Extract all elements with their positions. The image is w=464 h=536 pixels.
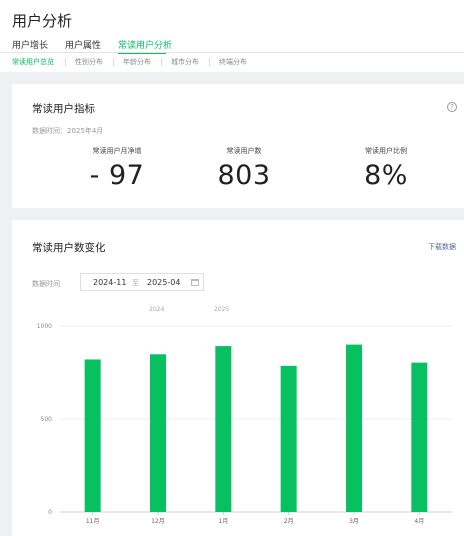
subtab-divider	[209, 58, 210, 66]
download-data-link[interactable]: 下载数据	[428, 242, 456, 252]
tabs-divider	[0, 52, 464, 53]
date-end[interactable]: 2025-04	[147, 278, 180, 287]
subtab-gender[interactable]: 性别分布	[75, 57, 103, 67]
trend-bar-chart: 0 500 1000 11月 12月 1月 2月 3月 4月	[37, 323, 452, 525]
bar	[280, 365, 297, 512]
bar	[150, 354, 166, 512]
metric-frequent-users: 常读用户数 803	[174, 146, 314, 191]
subtab-age[interactable]: 年龄分布	[123, 57, 151, 67]
tab-user-attributes[interactable]: 用户属性	[65, 38, 101, 51]
metric-value: 803	[217, 160, 271, 191]
subtab-divider	[161, 58, 162, 66]
x-tick-label: 4月	[414, 518, 424, 525]
page-header: 用户分析 用户增长 用户属性 常读用户分析 常读用户总览 性别分布 年龄分布 城…	[0, 0, 464, 72]
metric-label: 常读用户数	[226, 147, 262, 155]
x-tick-label: 3月	[349, 518, 359, 525]
bar	[84, 359, 101, 512]
metric-value: 8%	[364, 160, 408, 191]
date-separator: 至	[132, 279, 139, 287]
bar	[215, 346, 232, 512]
calendar-icon[interactable]	[191, 279, 199, 286]
indicators-data-time: 数据时间：2025年4月	[32, 127, 104, 135]
year-label: 2025	[214, 306, 230, 313]
metric-label: 常读用户比例	[365, 147, 407, 155]
indicators-title: 常读用户指标	[32, 103, 95, 115]
subtab-overview[interactable]: 常读用户总览	[12, 57, 54, 67]
y-tick-label: 0	[48, 509, 52, 516]
y-tick-label: 500	[41, 416, 53, 423]
help-icon[interactable]: ?	[447, 102, 457, 112]
subtab-divider	[65, 58, 66, 66]
metric-value: - 97	[89, 160, 145, 191]
x-tick-label: 11月	[86, 518, 100, 525]
trend-title: 常读用户数变化	[32, 242, 106, 254]
date-start[interactable]: 2024-11	[93, 278, 126, 287]
bar	[346, 344, 362, 512]
tab-frequent-readers[interactable]: 常读用户分析	[118, 38, 172, 51]
subtab-city[interactable]: 城市分布	[171, 57, 199, 67]
metric-net-growth: 常读用户月净增 - 97	[47, 146, 187, 191]
date-filter-label: 数据时间	[32, 280, 60, 288]
x-tick-label: 2月	[284, 518, 294, 525]
x-tick-label: 1月	[218, 518, 228, 525]
page-title: 用户分析	[12, 12, 73, 30]
y-tick-label: 1000	[37, 323, 52, 330]
trend-card: 常读用户数变化 下载数据 数据时间 2024-11 至 2025-04 2024…	[12, 220, 464, 536]
metric-label: 常读用户月净增	[92, 147, 142, 155]
x-tick-label: 12月	[151, 518, 165, 525]
tab-user-growth[interactable]: 用户增长	[12, 38, 48, 51]
year-label: 2024	[149, 306, 165, 313]
indicators-card: 常读用户指标 ? 数据时间：2025年4月 常读用户月净增 - 97 常读用户数…	[12, 84, 464, 208]
subtab-divider	[113, 58, 114, 66]
subtab-device[interactable]: 终端分布	[219, 57, 247, 67]
date-range-picker[interactable]: 2024-11 至 2025-04	[80, 273, 204, 291]
bar	[411, 362, 428, 512]
metric-frequent-ratio: 常读用户比例 8%	[316, 146, 456, 191]
